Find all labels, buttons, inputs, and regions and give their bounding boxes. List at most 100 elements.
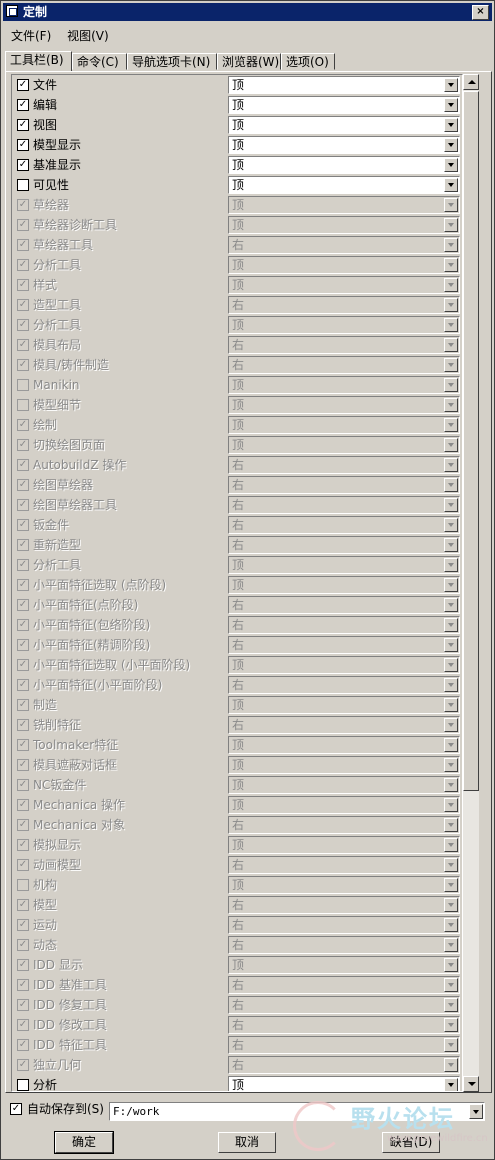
scroll-thumb[interactable] (463, 91, 479, 791)
menu-file[interactable]: 文件(F) (5, 27, 57, 45)
position-select[interactable]: 右 (228, 1036, 460, 1054)
position-select[interactable]: 右 (228, 496, 460, 514)
position-select[interactable]: 顶 (228, 436, 460, 454)
toolbar-checkbox[interactable]: ✓ (17, 739, 29, 751)
chevron-down-icon[interactable] (444, 258, 458, 272)
toolbar-checkbox[interactable]: ✓ (17, 1019, 29, 1031)
chevron-down-icon[interactable] (444, 918, 458, 932)
position-select[interactable]: 顶 (228, 576, 460, 594)
position-select[interactable]: 顶 (228, 696, 460, 714)
tab-navigator[interactable]: 导航选项卡(N) (127, 53, 217, 70)
close-button[interactable]: × (472, 5, 489, 20)
toolbar-checkbox[interactable]: ✓ (17, 919, 29, 931)
chevron-down-icon[interactable] (444, 318, 458, 332)
toolbar-checkbox[interactable]: ✓ (17, 839, 29, 851)
toolbar-checkbox[interactable]: ✓ (17, 219, 29, 231)
position-select[interactable]: 顶 (228, 256, 460, 274)
chevron-down-icon[interactable] (444, 138, 458, 152)
chevron-down-icon[interactable] (444, 678, 458, 692)
toolbar-checkbox[interactable] (17, 399, 29, 411)
toolbar-checkbox[interactable]: ✓ (17, 779, 29, 791)
toolbar-checkbox[interactable] (17, 1079, 29, 1091)
toolbar-checkbox[interactable]: ✓ (17, 599, 29, 611)
chevron-down-icon[interactable] (444, 358, 458, 372)
position-select[interactable]: 顶 (228, 656, 460, 674)
position-select[interactable]: 右 (228, 716, 460, 734)
window-icon[interactable] (6, 5, 18, 17)
position-select[interactable]: 右 (228, 996, 460, 1014)
chevron-down-icon[interactable] (444, 558, 458, 572)
position-select[interactable]: 右 (228, 596, 460, 614)
chevron-down-icon[interactable] (444, 798, 458, 812)
toolbar-checkbox[interactable]: ✓ (17, 1059, 29, 1071)
chevron-down-icon[interactable] (444, 738, 458, 752)
tab-toolbars[interactable]: 工具栏(B) (5, 51, 72, 71)
position-select[interactable]: 右 (228, 1016, 460, 1034)
chevron-down-icon[interactable] (444, 658, 458, 672)
chevron-down-icon[interactable] (444, 378, 458, 392)
position-select[interactable]: 顶 (228, 756, 460, 774)
toolbar-checkbox[interactable]: ✓ (17, 359, 29, 371)
toolbar-checkbox[interactable]: ✓ (17, 339, 29, 351)
toolbar-checkbox[interactable]: ✓ (17, 799, 29, 811)
toolbar-checkbox[interactable]: ✓ (17, 699, 29, 711)
position-select[interactable]: 右 (228, 236, 460, 254)
toolbar-checkbox[interactable]: ✓ (17, 139, 29, 151)
chevron-down-icon[interactable] (444, 978, 458, 992)
chevron-down-icon[interactable] (444, 958, 458, 972)
chevron-down-icon[interactable] (444, 938, 458, 952)
position-select[interactable]: 顶 (228, 836, 460, 854)
position-select[interactable]: 右 (228, 356, 460, 374)
toolbar-checkbox[interactable]: ✓ (17, 819, 29, 831)
position-select[interactable]: 顶 (228, 956, 460, 974)
toolbar-checkbox[interactable] (17, 379, 29, 391)
position-select[interactable]: 顶 (228, 416, 460, 434)
toolbar-checkbox[interactable]: ✓ (17, 979, 29, 991)
toolbar-checkbox[interactable]: ✓ (17, 899, 29, 911)
tab-options[interactable]: 选项(O) (281, 53, 335, 70)
chevron-down-icon[interactable] (444, 898, 458, 912)
tab-commands[interactable]: 命令(C) (72, 53, 127, 70)
position-select[interactable]: 右 (228, 856, 460, 874)
toolbar-checkbox[interactable]: ✓ (17, 239, 29, 251)
autosave-checkbox[interactable]: ✓ (10, 1103, 22, 1115)
chevron-down-icon[interactable] (444, 78, 458, 92)
chevron-down-icon[interactable] (444, 478, 458, 492)
chevron-down-icon[interactable] (444, 638, 458, 652)
position-select[interactable]: 顶 (228, 316, 460, 334)
menu-view[interactable]: 视图(V) (61, 27, 115, 45)
position-select[interactable]: 顶 (228, 736, 460, 754)
chevron-down-icon[interactable] (444, 118, 458, 132)
position-select[interactable]: 右 (228, 636, 460, 654)
toolbar-checkbox[interactable] (17, 879, 29, 891)
chevron-down-icon[interactable] (444, 818, 458, 832)
toolbar-checkbox[interactable]: ✓ (17, 999, 29, 1011)
position-select[interactable]: 顶 (228, 216, 460, 234)
toolbar-checkbox[interactable]: ✓ (17, 519, 29, 531)
chevron-down-icon[interactable] (444, 1038, 458, 1052)
position-select[interactable]: 顶 (228, 276, 460, 294)
scroll-up-button[interactable] (463, 74, 479, 90)
toolbar-checkbox[interactable]: ✓ (17, 1039, 29, 1051)
chevron-down-icon[interactable] (444, 278, 458, 292)
title-bar[interactable]: 定制 × (3, 3, 492, 21)
toolbar-checkbox[interactable]: ✓ (17, 79, 29, 91)
chevron-down-icon[interactable] (444, 598, 458, 612)
toolbar-checkbox[interactable]: ✓ (17, 99, 29, 111)
scroll-down-button[interactable] (463, 1076, 479, 1092)
position-select[interactable]: 右 (228, 336, 460, 354)
position-select[interactable]: 右 (228, 816, 460, 834)
chevron-down-icon[interactable] (444, 158, 458, 172)
position-select[interactable]: 右 (228, 536, 460, 554)
toolbar-checkbox[interactable]: ✓ (17, 859, 29, 871)
chevron-down-icon[interactable] (444, 458, 458, 472)
position-select[interactable]: 顶 (228, 876, 460, 894)
toolbar-checkbox[interactable]: ✓ (17, 299, 29, 311)
chevron-down-icon[interactable] (444, 298, 458, 312)
toolbar-checkbox[interactable]: ✓ (17, 459, 29, 471)
position-select[interactable]: 顶 (228, 196, 460, 214)
chevron-down-icon[interactable] (444, 758, 458, 772)
toolbar-checkbox[interactable]: ✓ (17, 119, 29, 131)
chevron-down-icon[interactable] (444, 338, 458, 352)
position-select[interactable]: 顶 (228, 776, 460, 794)
